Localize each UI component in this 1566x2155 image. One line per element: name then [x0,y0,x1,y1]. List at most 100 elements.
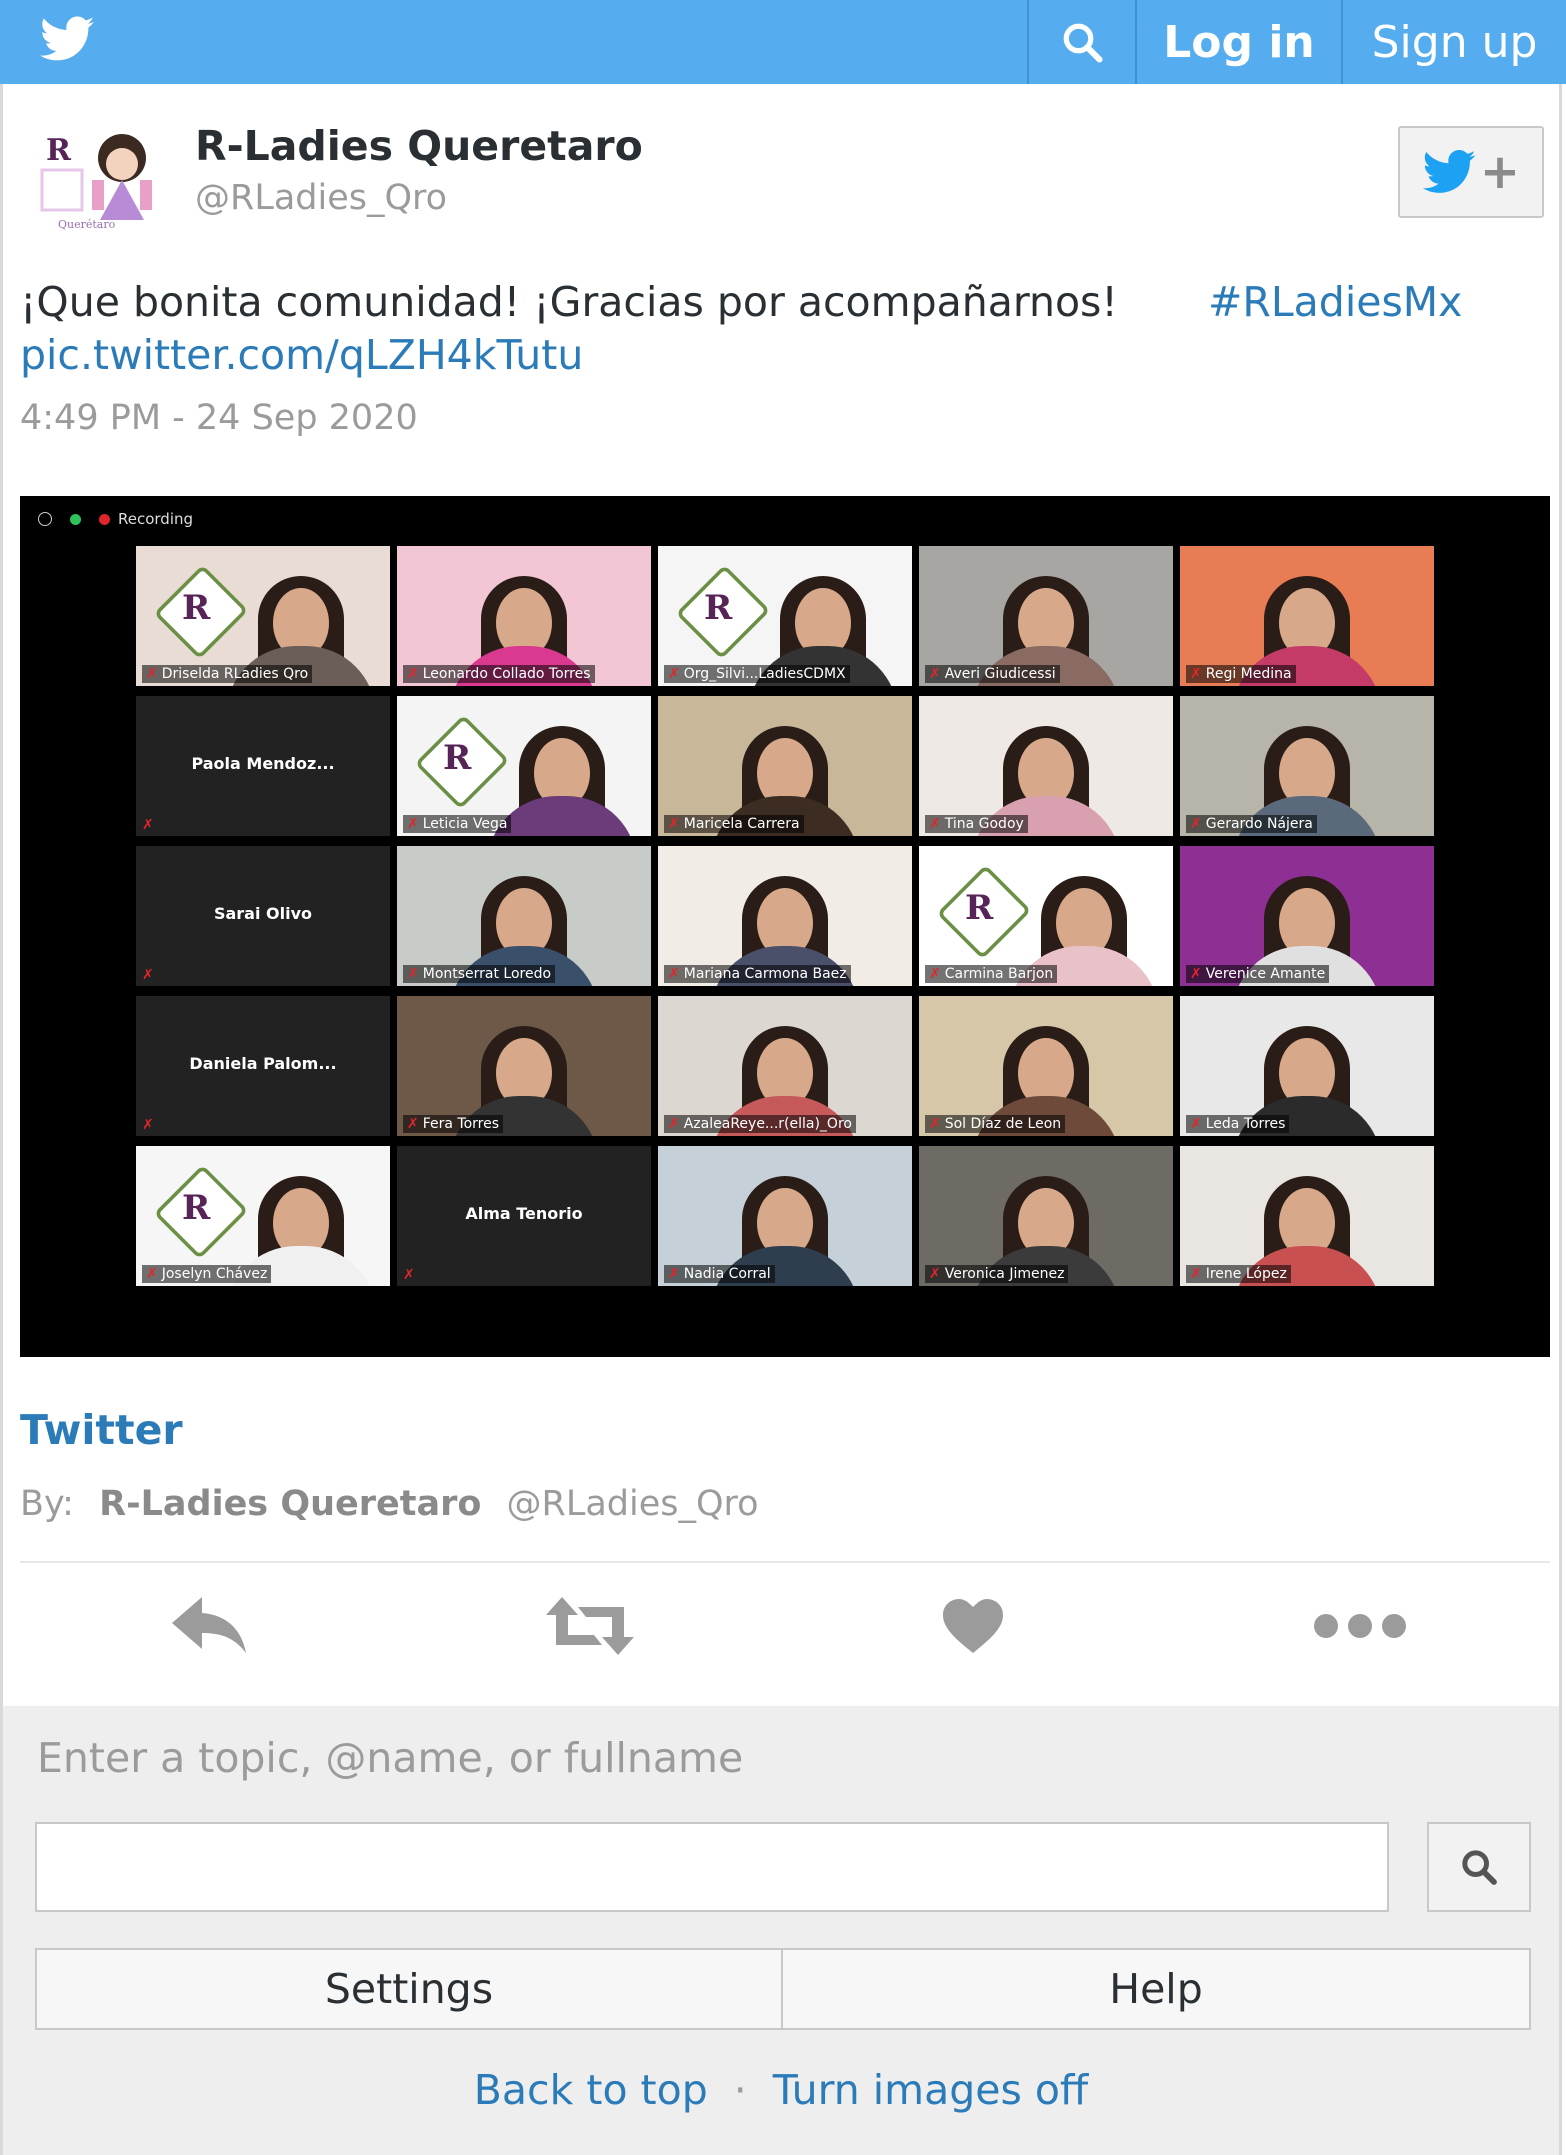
turn-images-off-link[interactable]: Turn images off [773,2066,1088,2114]
participant-tile: Alma Tenorio ✗ [397,1146,651,1286]
participant-name: Verenice Amante [1205,966,1326,982]
card-author-handle[interactable]: @RLadies_Qro [507,1484,759,1524]
back-to-top-link[interactable]: Back to top [474,2066,708,2114]
settings-button[interactable]: Settings [35,1948,783,2030]
rladies-logo-letter: R [182,1188,211,1228]
participant-tile: ✗ Leonardo Collado Torres [397,546,651,686]
participant-name: Mariana Carmona Baez [683,966,847,982]
tweet-text: ¡Que bonita comunidad! ¡Gracias por acom… [20,276,1550,382]
muted-mic-icon: ✗ [1190,1116,1202,1132]
search-label: Enter a topic, @name, or fullname [37,1734,744,1782]
participant-name: Fera Torres [422,1116,500,1132]
muted-mic-icon: ✗ [407,1116,419,1132]
participant-name: Joselyn Chávez [161,1266,268,1282]
reply-button[interactable] [165,1586,255,1666]
participant-tile: R ✗ Driselda RLadies Qro [136,546,390,686]
participant-name-label: ✗ Verenice Amante [1186,965,1330,983]
participant-tile: ✗ Sol Díaz de Leon [919,996,1173,1136]
search-icon [1063,23,1103,63]
participant-tile: R ✗ Joselyn Chávez [136,1146,390,1286]
participant-name: Sol Díaz de Leon [944,1116,1062,1132]
muted-mic-icon: ✗ [1190,1266,1202,1282]
participant-name: Gerardo Nájera [1205,816,1313,832]
svg-text:R: R [46,133,72,168]
avatar[interactable]: R Querétaro [28,120,162,232]
reply-icon [172,1597,246,1653]
more-button[interactable] [1310,1586,1410,1666]
participant-tile: ✗ Averi Giudicessi [919,546,1173,686]
participant-name-label: ✗ Averi Giudicessi [925,665,1060,683]
muted-mic-icon: ✗ [929,1116,941,1132]
signup-link[interactable]: Sign up [1341,0,1566,84]
twitter-follow-icon [1422,150,1476,193]
retweet-button[interactable] [545,1586,635,1666]
twitter-bird-icon[interactable] [40,16,94,62]
follow-button[interactable]: + [1398,126,1544,218]
search-icon [1462,1850,1497,1885]
participant-tile: ✗ Maricela Carrera [658,696,912,836]
participant-tile: R ✗ Carmina Barjon [919,846,1173,986]
search-input[interactable] [35,1822,1389,1912]
display-name[interactable]: R-Ladies Queretaro [195,122,643,170]
like-button[interactable] [928,1586,1018,1666]
muted-mic-icon: ✗ [929,816,941,832]
muted-mic-icon: ✗ [142,817,154,833]
by-label: By: [20,1484,74,1524]
top-navigation-bar: Log in Sign up [0,0,1566,84]
card-source-title[interactable]: Twitter [20,1406,183,1454]
participant-name-label: ✗ Irene López [1186,1265,1291,1283]
participant-name-label: ✗ Org_Silvi...LadiesCDMX [664,665,850,683]
participant-tile: R ✗ Leticia Vega [397,696,651,836]
participant-name: Montserrat Loredo [422,966,552,982]
muted-mic-icon: ✗ [403,1267,415,1283]
participant-tile: R ✗ Org_Silvi...LadiesCDMX [658,546,912,686]
user-handle[interactable]: @RLadies_Qro [195,178,447,218]
search-button[interactable] [1027,0,1135,84]
participant-name: AzaleaReye...r(ella)_Oro [683,1116,852,1132]
participant-tile: ✗ Verenice Amante [1180,846,1434,986]
card-byline: By: R-Ladies Queretaro @RLadies_Qro [20,1484,759,1524]
participant-tile: ✗ Fera Torres [397,996,651,1136]
muted-mic-icon: ✗ [407,816,419,832]
participant-tile: ✗ Nadia Corral [658,1146,912,1286]
participant-name-label: ✗ Nadia Corral [664,1265,775,1283]
muted-mic-icon: ✗ [1190,666,1202,682]
participant-name-label: ✗ Carmina Barjon [925,965,1058,983]
participant-tile: ✗ Montserrat Loredo [397,846,651,986]
participant-name-label: ✗ Montserrat Loredo [403,965,556,983]
participant-tile: ✗ Gerardo Nájera [1180,696,1434,836]
divider [20,1561,1550,1563]
muted-mic-icon: ✗ [668,1116,680,1132]
tweet-photo[interactable]: Recording R ✗ Driselda RLadies Qro ✗ Leonard… [20,496,1550,1357]
search-submit-button[interactable] [1427,1822,1531,1912]
participant-name: Irene López [1205,1266,1287,1282]
muted-mic-icon: ✗ [929,966,941,982]
pic-link[interactable]: pic.twitter.com/qLZH4kTutu [20,329,1550,382]
participant-name: Alma Tenorio [465,1204,583,1223]
tweet-actions [0,1576,1566,1676]
muted-mic-icon: ✗ [146,1266,158,1282]
participant-name: Leda Torres [1205,1116,1286,1132]
tweet-body: ¡Que bonita comunidad! ¡Gracias por acom… [20,278,1118,326]
svg-text:Querétaro: Querétaro [58,218,116,231]
muted-mic-icon: ✗ [668,816,680,832]
login-link[interactable]: Log in [1135,0,1341,84]
rladies-queretaro-logo: R Querétaro [28,120,162,232]
card-author[interactable]: R-Ladies Queretaro [99,1484,481,1524]
participant-tile: ✗ Tina Godoy [919,696,1173,836]
participant-tile: ✗ Irene López [1180,1146,1434,1286]
hashtag-link[interactable]: #RLadiesMx [1208,276,1462,329]
tweet-timestamp[interactable]: 4:49 PM - 24 Sep 2020 [20,398,418,438]
muted-mic-icon: ✗ [668,666,680,682]
participant-name-label: ✗ Veronica Jimenez [925,1265,1069,1283]
muted-mic-icon: ✗ [146,666,158,682]
rladies-logo-letter: R [965,888,994,928]
participant-name: Paola Mendoz... [191,754,335,773]
help-button[interactable]: Help [781,1948,1531,2030]
participant-tile: ✗ AzaleaReye...r(ella)_Oro [658,996,912,1136]
info-icon [38,512,52,526]
rladies-logo-letter: R [182,588,211,628]
participant-tile: Daniela Palom... ✗ [136,996,390,1136]
participant-name-label: ✗ Maricela Carrera [664,815,804,833]
participant-name: Maricela Carrera [683,816,800,832]
